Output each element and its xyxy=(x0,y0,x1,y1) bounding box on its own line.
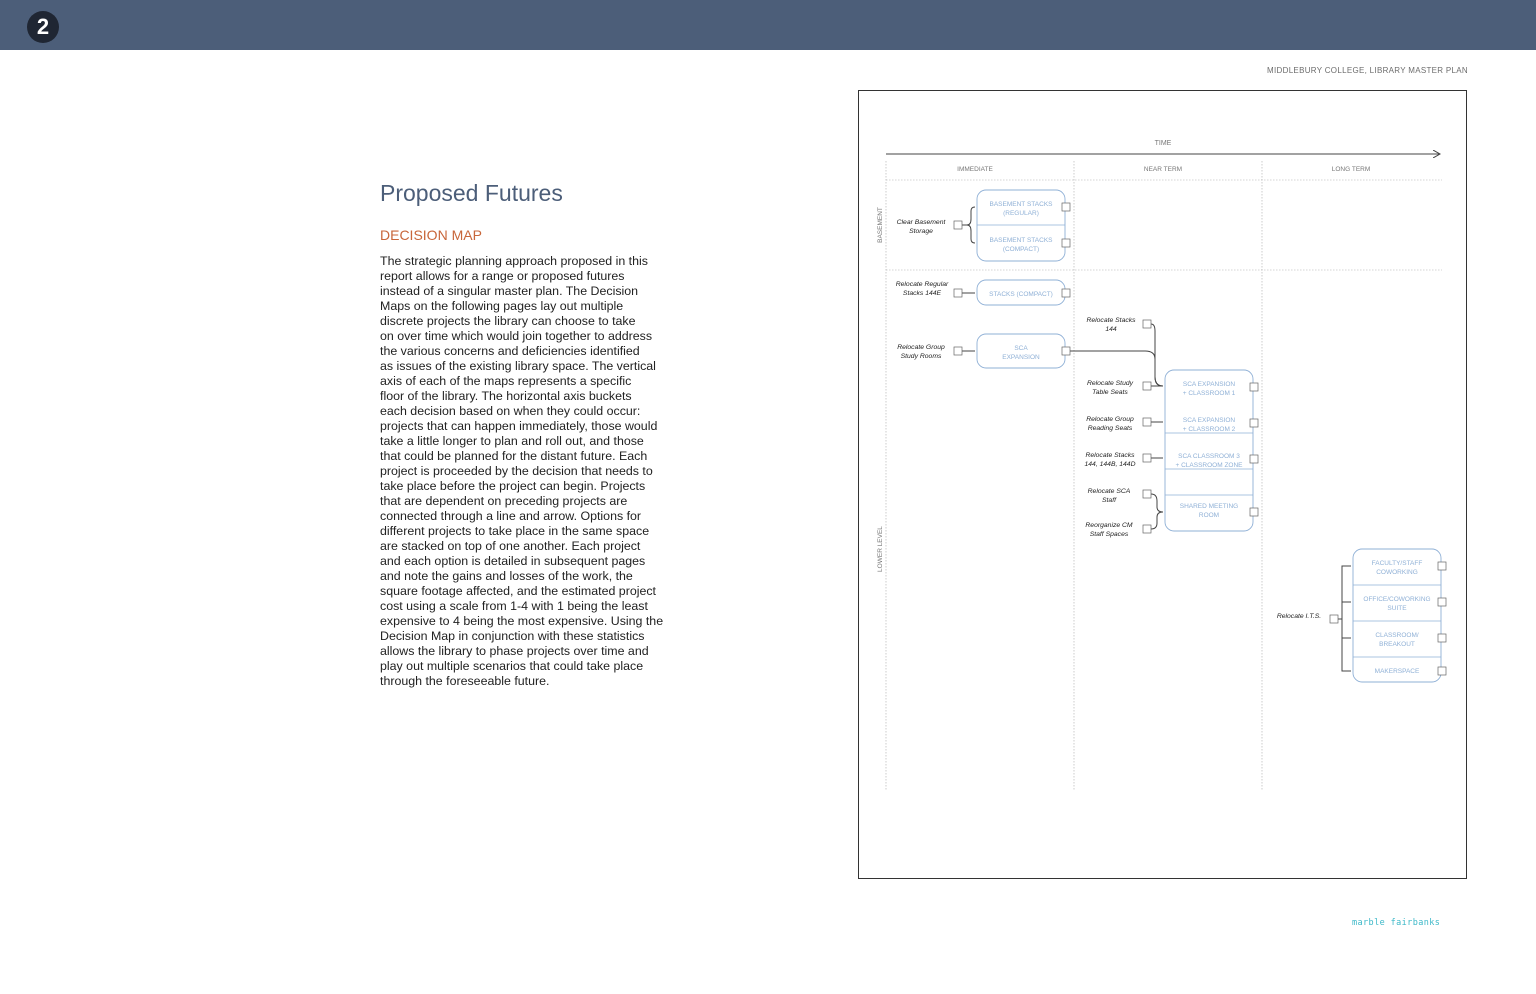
body-line: take a little longer to plan and roll ou… xyxy=(380,434,644,448)
decision-label: Relocate Stacks 144 xyxy=(1086,317,1136,333)
body-line: connected through a line and arrow. Opti… xyxy=(380,509,642,523)
body-line: take place before the project can begin.… xyxy=(380,479,646,493)
top-banner: 2 xyxy=(0,0,1536,50)
decision-label: Relocate Group Study Rooms xyxy=(897,344,945,360)
body-line: report allows for a range or proposed fu… xyxy=(380,269,625,283)
project-checkbox[interactable] xyxy=(1249,507,1259,517)
decision-label: Relocate Study Table Seats xyxy=(1087,380,1134,396)
page-title: Proposed Futures xyxy=(380,180,563,206)
decision-label: Relocate SCA Staff xyxy=(1088,488,1131,504)
body-line: project is proceeded by the decision tha… xyxy=(380,464,653,478)
body-paragraph: The strategic planning approach proposed… xyxy=(380,254,680,689)
decision-checkbox[interactable] xyxy=(953,220,963,230)
body-line: instead of a singular master plan. The D… xyxy=(380,284,639,298)
body-line: discrete projects the library can choose… xyxy=(380,314,636,328)
body-line: on over time which would join together t… xyxy=(380,329,653,343)
decision-checkbox[interactable] xyxy=(1329,614,1339,624)
dependency-connector xyxy=(1150,511,1164,530)
body-line: through the foreseeable future. xyxy=(380,674,550,688)
body-line: as issues of the existing library space.… xyxy=(380,359,656,373)
body-line: cost using a scale from 1-4 with 1 being… xyxy=(380,599,648,613)
body-line: different projects to take place in the … xyxy=(380,524,650,538)
floor-label: BASEMENT xyxy=(877,207,884,243)
body-line: play out multiple scenarios that could t… xyxy=(380,659,644,673)
section-subtitle: DECISION MAP xyxy=(380,227,482,243)
dependency-connector xyxy=(1338,565,1351,620)
decision-label: Reorganize CM Staff Spaces xyxy=(1085,522,1133,538)
decision-checkbox[interactable] xyxy=(1142,417,1152,427)
body-line: projects that can happen immediately, th… xyxy=(380,419,658,433)
firm-logo: marble fairbanks xyxy=(1352,918,1441,928)
project-checkbox[interactable] xyxy=(1249,382,1259,392)
body-line: expensive to 4 being the most expensive.… xyxy=(380,614,664,628)
project-checkbox[interactable] xyxy=(1437,597,1447,607)
decision-checkbox[interactable] xyxy=(953,288,963,298)
decision-checkbox[interactable] xyxy=(1142,489,1152,499)
body-line: Decision Map in conjunction with these s… xyxy=(380,629,645,643)
dependency-connector xyxy=(1341,601,1351,619)
body-line: that could be planned for the distant fu… xyxy=(380,449,648,463)
body-line: and each option is detailed in subsequen… xyxy=(380,554,646,568)
dependency-connector xyxy=(1150,323,1164,387)
decision-checkbox[interactable] xyxy=(1142,524,1152,534)
project-checkbox[interactable] xyxy=(1061,346,1071,356)
floor-label: LOWER LEVEL xyxy=(877,526,884,572)
project-checkbox[interactable] xyxy=(1249,454,1259,464)
project-checkbox[interactable] xyxy=(1249,418,1259,428)
decision-label: Relocate Regular Stacks 144E xyxy=(896,281,949,297)
body-line: that are dependent on preceding projects… xyxy=(380,494,628,508)
body-line: each decision based on when they could o… xyxy=(380,404,641,418)
time-axis-label: TIME xyxy=(1155,140,1172,147)
decision-checkbox[interactable] xyxy=(953,346,963,356)
decision-checkbox[interactable] xyxy=(1142,453,1152,463)
column-label: LONG TERM xyxy=(1332,166,1371,173)
column-label: NEAR TERM xyxy=(1144,166,1182,173)
body-line: the various concerns and deficiencies id… xyxy=(380,344,640,358)
body-line: axis of each of the maps represents a sp… xyxy=(380,374,632,388)
column-label: IMMEDIATE xyxy=(957,166,993,173)
decision-label: Clear Basement Storage xyxy=(897,219,947,235)
decision-checkbox[interactable] xyxy=(1142,319,1152,329)
decision-label: Relocate Group Reading Seats xyxy=(1086,416,1134,432)
project-checkbox[interactable] xyxy=(1061,238,1071,248)
decision-map-frame: BASEMENT STACKS (REGULAR) BASEMENT STACKS(… xyxy=(858,90,1467,879)
decision-label: Relocate Stacks 144, 144B, 144D xyxy=(1084,452,1135,468)
dependency-connector xyxy=(1341,619,1351,672)
project-checkbox[interactable] xyxy=(1061,288,1071,298)
decision-map: BASEMENT STACKS (REGULAR)BASEMENT STACKS(… xyxy=(877,140,1447,791)
body-line: square footage affected, and the estimat… xyxy=(380,584,656,598)
body-line: are stacked on top of one another. Each … xyxy=(380,539,641,553)
body-line: Maps on the following pages lay out mult… xyxy=(380,299,624,313)
decision-checkbox[interactable] xyxy=(1142,381,1152,391)
dependency-connector xyxy=(1341,619,1351,639)
dependency-connector xyxy=(962,224,976,244)
running-header: MIDDLEBURY COLLEGE, LIBRARY MASTER PLAN xyxy=(1267,66,1468,75)
body-line: and note the gains and losses of the wor… xyxy=(380,569,633,583)
body-line: The strategic planning approach proposed… xyxy=(380,254,648,268)
decision-label: Relocate I.T.S. xyxy=(1277,613,1321,620)
project-label: STACKS (COMPACT) xyxy=(989,291,1053,298)
project-label: MAKERSPACE xyxy=(1375,668,1420,675)
page-number-badge: 2 xyxy=(27,11,59,43)
body-line: floor of the library. The horizontal axi… xyxy=(380,389,632,403)
dependency-connector xyxy=(962,206,976,226)
project-checkbox[interactable] xyxy=(1061,202,1071,212)
project-checkbox[interactable] xyxy=(1437,561,1447,571)
body-line: allows the library to phase projects ove… xyxy=(380,644,649,658)
project-checkbox[interactable] xyxy=(1437,633,1447,643)
dependency-connector xyxy=(1150,493,1164,513)
project-checkbox[interactable] xyxy=(1437,666,1447,676)
